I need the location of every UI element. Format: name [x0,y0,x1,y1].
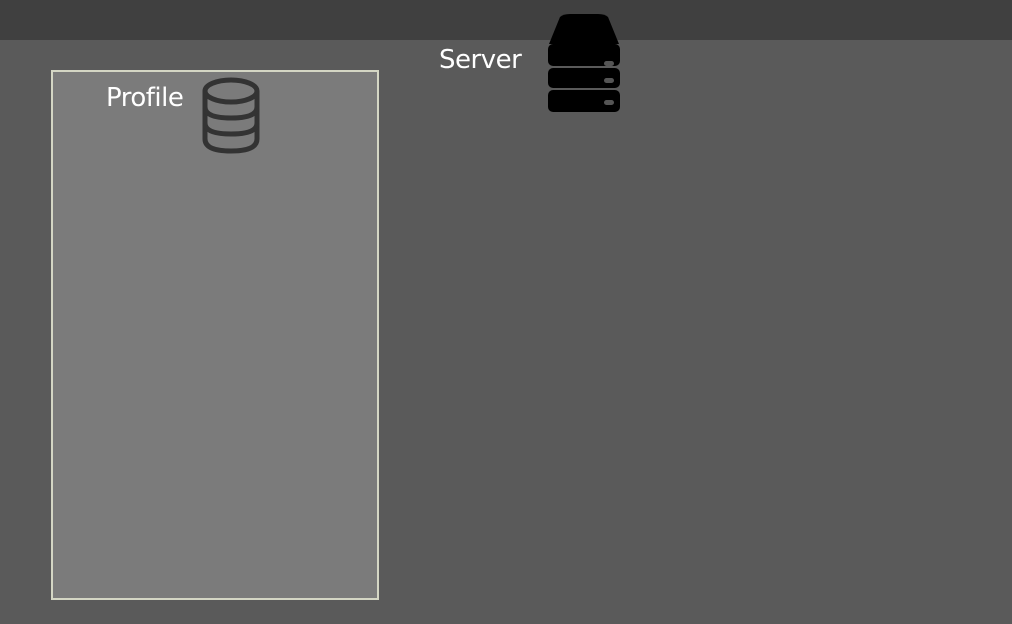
server-label: Server [439,45,522,75]
database-icon [202,77,260,154]
top-bar [0,0,1012,40]
server-icon [548,14,620,112]
profile-label: Profile [106,83,184,113]
